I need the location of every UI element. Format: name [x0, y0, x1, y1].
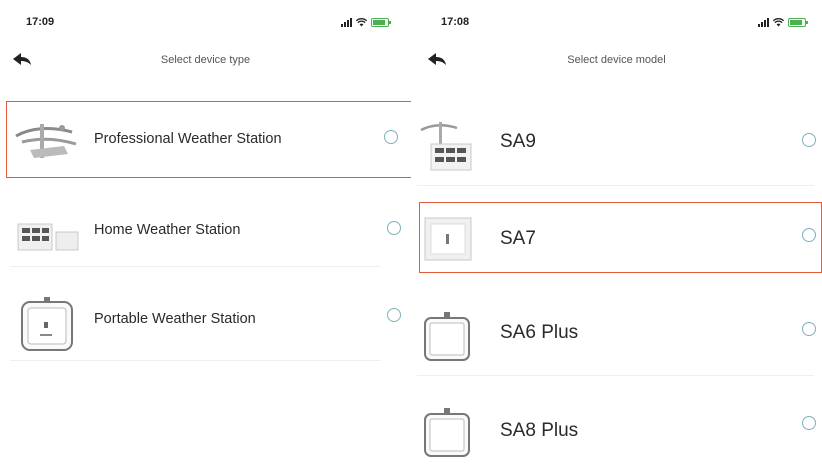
signal-icon	[341, 18, 352, 27]
item-label: SA8 Plus	[500, 420, 579, 441]
divider	[10, 360, 381, 361]
nav-bar: Select device model	[411, 48, 822, 74]
device-model-screen: 17:08 Select device model SA9 SA7 SA6 Pl…	[411, 0, 822, 468]
battery-icon	[371, 18, 391, 27]
list-item-home-weather-station[interactable]: Home Weather Station	[0, 196, 411, 268]
wifi-icon	[356, 18, 367, 27]
list-item-professional-weather-station[interactable]: Professional Weather Station	[0, 100, 411, 178]
list-item-sa7[interactable]: SA7	[411, 202, 822, 274]
list-item-sa8-plus[interactable]: SA8 Plus	[411, 390, 822, 468]
item-label: Home Weather Station	[94, 222, 241, 238]
page-title: Select device type	[160, 54, 251, 66]
signal-icon	[758, 18, 769, 27]
divider	[10, 266, 381, 267]
sa7-device-icon	[424, 217, 472, 261]
radio-button[interactable]	[802, 133, 816, 147]
nav-bar: Select device type	[0, 48, 411, 74]
item-label: SA7	[500, 228, 536, 249]
professional-station-icon	[15, 124, 77, 158]
device-type-screen: 17:09 Select device type Professional We…	[0, 0, 411, 468]
sa8-plus-device-icon	[424, 408, 470, 457]
status-time: 17:08	[441, 16, 470, 28]
item-label: Professional Weather Station	[94, 131, 282, 147]
radio-button[interactable]	[387, 308, 401, 322]
radio-button[interactable]	[387, 221, 401, 235]
item-label: Portable Weather Station	[94, 311, 256, 327]
sa9-device-icon	[420, 122, 472, 171]
item-label: SA6 Plus	[500, 322, 579, 343]
radio-button[interactable]	[802, 416, 816, 430]
comparison-stage: 17:09 Select device type Professional We…	[0, 0, 822, 468]
radio-button[interactable]	[802, 322, 816, 336]
page-title: Select device model	[567, 54, 666, 66]
status-time: 17:09	[26, 16, 55, 28]
list-item-sa6-plus[interactable]: SA6 Plus	[411, 292, 822, 376]
list-item-portable-weather-station[interactable]: Portable Weather Station	[0, 286, 411, 362]
home-station-icon	[17, 223, 79, 251]
status-bar: 17:09	[0, 14, 411, 34]
status-bar: 17:08	[411, 14, 822, 34]
radio-button[interactable]	[384, 130, 398, 144]
divider	[417, 375, 814, 376]
sa6-plus-device-icon	[424, 312, 470, 361]
system-icons	[341, 18, 391, 27]
portable-station-icon	[21, 297, 73, 351]
battery-icon	[788, 18, 808, 27]
list-item-sa9[interactable]: SA9	[411, 100, 822, 186]
radio-button[interactable]	[802, 228, 816, 242]
wifi-icon	[773, 18, 784, 27]
item-label: SA9	[500, 131, 536, 152]
system-icons	[758, 18, 808, 27]
divider	[417, 185, 814, 186]
